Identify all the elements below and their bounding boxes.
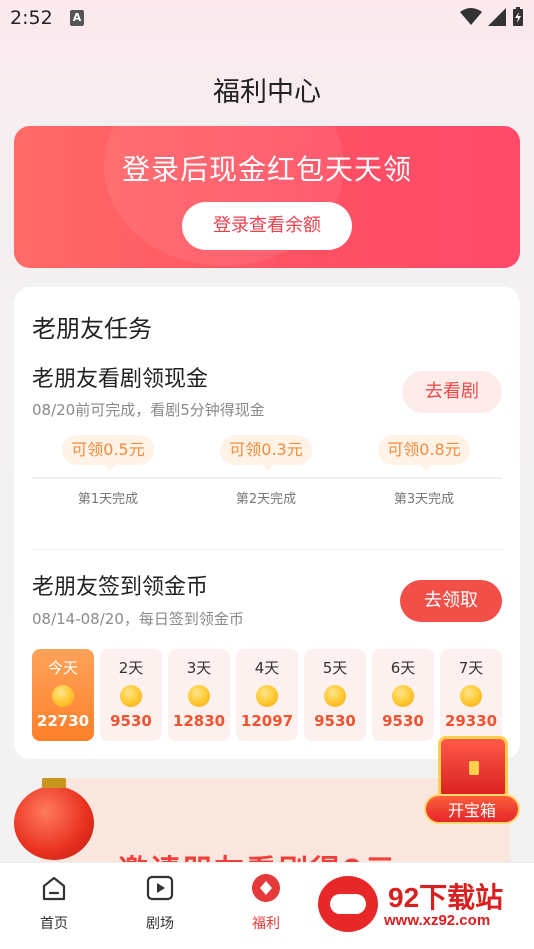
tab-home-label: 首页 [40,916,68,932]
tab-welfare-label: 福利 [252,916,280,932]
day2-complete-label: 第2天完成 [235,492,297,507]
tab-theater[interactable]: 剧场 [120,873,200,933]
signin-day-label: 今天 [47,659,78,677]
signin-day-coins: 12830 [172,712,226,730]
signin-day-label: 4天 [254,659,280,677]
signin-day-3[interactable]: 3天 12830 [168,649,230,741]
signin-day-label: 5天 [322,659,348,677]
watch-task-desc: 08/20前可完成，看剧5分钟得现金 [32,401,265,419]
signin-day-7[interactable]: 7天 29330 [440,649,502,741]
reward-tag-day3: 可领0.8元 [378,435,470,471]
signin-day-label: 2天 [118,659,144,677]
watermark-name: 92下载站 [388,882,504,913]
lantern-icon [14,778,94,860]
coin-icon [52,685,74,707]
claim-button[interactable]: 去领取 [400,580,502,622]
coin-icon [460,685,482,707]
coin-icon [120,685,142,707]
go-watch-button[interactable]: 去看剧 [402,371,502,413]
signin-day-coins: 9530 [382,712,424,730]
signin-day-label: 7天 [458,659,484,677]
status-icons [460,7,524,27]
signin-days-row: 今天 22730 2天 9530 3天 12830 4天 12097 5天 95… [32,649,502,741]
welfare-icon [252,874,280,902]
treasure-chest-label: 开宝箱 [424,794,520,824]
signin-day-coins: 22730 [36,712,90,730]
task-card-title: 老朋友任务 [32,315,152,343]
signin-task-desc: 08/14-08/20，每日签到领金币 [32,610,244,628]
coin-icon [324,685,346,707]
day3-complete-label: 第3天完成 [393,492,455,507]
signin-day-6[interactable]: 6天 9530 [372,649,434,741]
coin-icon [392,685,414,707]
page-title: 福利中心 [213,77,321,108]
clock: 2:52 [10,7,53,29]
signin-day-label: 6天 [390,659,416,677]
status-bar: 2:52 A [0,0,534,36]
battery-icon [513,7,523,26]
treasure-chest-icon [438,736,508,800]
treasure-chest-button[interactable]: 开宝箱 [424,736,520,832]
signin-day-coins: 29330 [444,712,498,730]
wifi-icon [460,8,482,25]
reward-tag-day1: 可领0.5元 [62,435,154,471]
signin-task-name: 老朋友签到领金币 [32,575,209,600]
signin-day-coins: 9530 [110,712,152,730]
signin-day-2[interactable]: 2天 9530 [100,649,162,741]
reward-tag-day2: 可领0.3元 [220,435,312,471]
signin-day-1[interactable]: 今天 22730 [32,649,94,741]
signin-day-coins: 9530 [314,712,356,730]
signin-day-5[interactable]: 5天 9530 [304,649,366,741]
watermark-logo-icon [318,876,378,932]
reward-progress-line [32,477,502,479]
signal-icon [488,8,506,26]
signin-day-4[interactable]: 4天 12097 [236,649,298,741]
divider [32,549,502,550]
watermark: 92下载站 www.xz92.com [318,870,528,936]
coin-icon [188,685,210,707]
watch-task-name: 老朋友看剧领现金 [32,367,209,392]
signin-day-label: 3天 [186,659,212,677]
login-banner-headline: 登录后现金红包天天领 [121,153,412,186]
tab-welfare[interactable]: 福利 [226,873,306,933]
login-banner: 登录后现金红包天天领 登录查看余额 [14,126,520,268]
signin-day-coins: 12097 [240,712,294,730]
tab-home[interactable]: 首页 [14,873,94,933]
notification-icon: A [70,10,84,26]
coin-icon [256,685,278,707]
tab-theater-label: 剧场 [146,916,174,932]
play-icon [146,875,174,901]
day1-complete-label: 第1天完成 [77,492,139,507]
watermark-url: www.xz92.com [384,912,491,929]
login-check-balance-button[interactable]: 登录查看余额 [182,202,352,250]
home-icon [42,876,66,901]
old-friend-task-card: 老朋友任务 老朋友看剧领现金 08/20前可完成，看剧5分钟得现金 去看剧 可领… [14,287,520,759]
